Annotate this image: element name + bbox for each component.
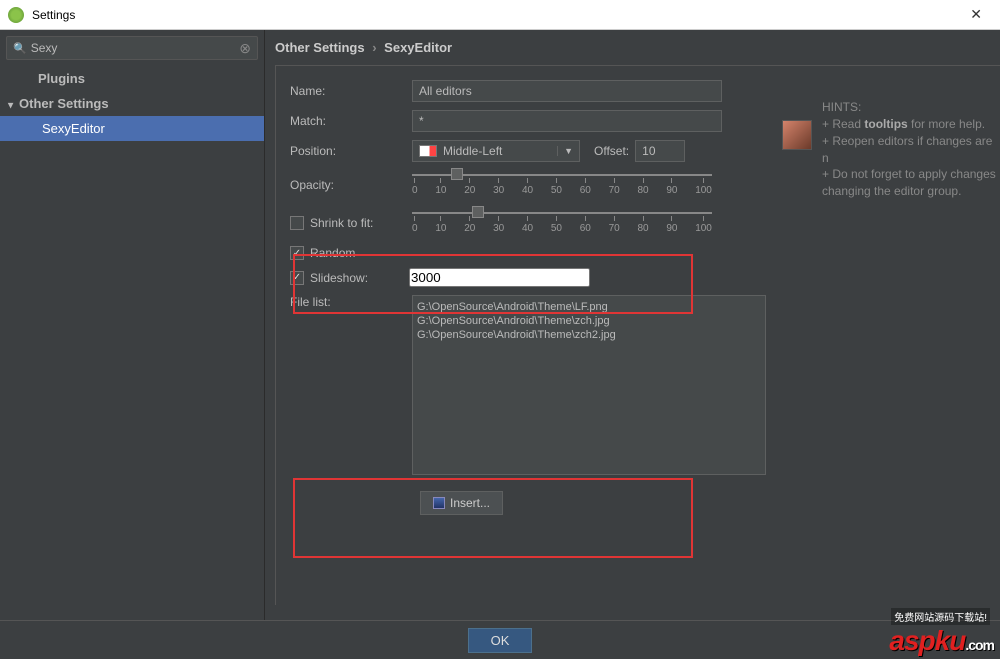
list-item[interactable]: G:\OpenSource\Android\Theme\LF.png (417, 300, 761, 314)
sidebar: 🔍 ⊗ Plugins Other Settings SexyEditor (0, 30, 265, 620)
opacity-label: Opacity: (290, 178, 412, 192)
position-dropdown[interactable]: Middle-Left ▼ (412, 140, 580, 162)
hints-panel: HINTS: + Read tooltips for more help. + … (782, 100, 1000, 200)
random-label: Random (310, 246, 355, 260)
hints-avatar-icon (782, 120, 812, 150)
shrink-slider[interactable]: 0102030405060708090100 (412, 208, 712, 238)
position-swatch-icon (419, 145, 437, 157)
watermark-subtitle: 免费网站源码下载站! (891, 608, 990, 625)
insert-button[interactable]: Insert... (420, 491, 503, 515)
breadcrumb: Other Settings › SexyEditor (275, 40, 1000, 55)
insert-label: Insert... (450, 496, 490, 510)
hints-title: HINTS: (822, 100, 1000, 114)
sidebar-item-sexyeditor[interactable]: SexyEditor (0, 116, 264, 141)
title-bar: Settings ✕ (0, 0, 1000, 30)
slideshow-checkbox[interactable]: ✓ (290, 271, 304, 285)
list-item[interactable]: G:\OpenSource\Android\Theme\zch.jpg (417, 314, 761, 328)
hint-line: + Reopen editors if changes are n (822, 133, 1000, 167)
match-label: Match: (290, 114, 412, 128)
random-checkbox[interactable]: ✓ (290, 246, 304, 260)
position-value: Middle-Left (443, 144, 502, 158)
watermark: aspku.com (889, 625, 994, 657)
row-slideshow: ✓ Slideshow: (290, 268, 1000, 287)
window-title: Settings (32, 8, 960, 22)
row-filelist: File list: G:\OpenSource\Android\Theme\L… (290, 295, 1000, 475)
bottom-bar: OK (0, 620, 1000, 659)
main-panel: Other Settings › SexyEditor Name: Match:… (265, 30, 1000, 620)
breadcrumb-parent: Other Settings (275, 40, 365, 55)
shrink-label: Shrink to fit: (310, 216, 373, 230)
row-random: ✓ Random (290, 246, 1000, 260)
chevron-down-icon: ▼ (557, 146, 573, 156)
ok-button[interactable]: OK (468, 628, 533, 653)
app-icon (8, 7, 24, 23)
hint-line: + Read tooltips for more help. (822, 116, 1000, 133)
search-input[interactable] (31, 41, 240, 55)
hint-line: + Do not forget to apply changes (822, 166, 1000, 183)
shrink-checkbox[interactable] (290, 216, 304, 230)
name-input[interactable] (412, 80, 722, 102)
hint-line: changing the editor group. (822, 183, 1000, 200)
offset-input[interactable] (635, 140, 685, 162)
sidebar-item-other-settings[interactable]: Other Settings (0, 91, 264, 116)
opacity-slider[interactable]: 0102030405060708090100 (412, 170, 712, 200)
slider-ticks: 0102030405060708090100 (412, 178, 712, 196)
slideshow-input[interactable] (409, 268, 590, 287)
clear-icon[interactable]: ⊗ (239, 40, 251, 57)
insert-icon (433, 497, 445, 509)
match-input[interactable] (412, 110, 722, 132)
list-item[interactable]: G:\OpenSource\Android\Theme\zch2.jpg (417, 328, 761, 342)
position-label: Position: (290, 144, 412, 158)
search-field[interactable]: 🔍 ⊗ (6, 36, 258, 60)
close-icon[interactable]: ✕ (960, 4, 992, 25)
slideshow-label: Slideshow: (310, 271, 409, 285)
file-list[interactable]: G:\OpenSource\Android\Theme\LF.png G:\Op… (412, 295, 766, 475)
row-name: Name: (290, 80, 1000, 102)
search-icon: 🔍 (13, 42, 27, 55)
filelist-label: File list: (290, 295, 412, 309)
offset-label: Offset: (594, 144, 629, 158)
row-shrink: Shrink to fit: 0102030405060708090100 (290, 208, 1000, 238)
breadcrumb-current: SexyEditor (384, 40, 452, 55)
name-label: Name: (290, 84, 412, 98)
sidebar-item-plugins[interactable]: Plugins (0, 66, 264, 91)
breadcrumb-sep: › (372, 40, 376, 55)
slider-ticks: 0102030405060708090100 (412, 216, 712, 234)
